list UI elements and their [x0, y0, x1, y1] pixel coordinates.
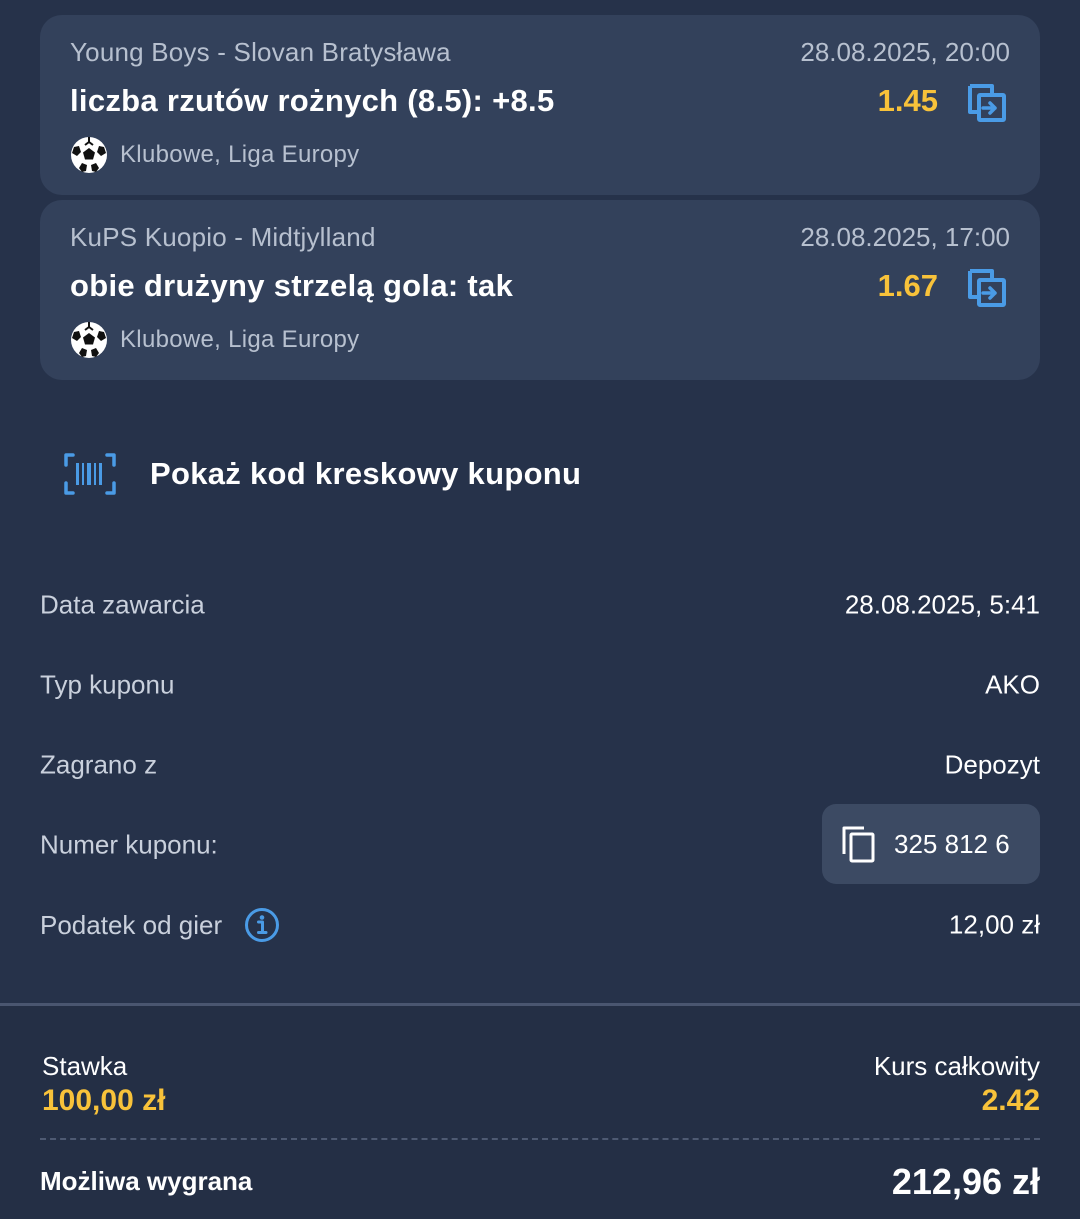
share-icon[interactable] — [962, 78, 1010, 126]
info-row-coupon-number: Numer kuponu: 325 812 6 — [40, 804, 1040, 884]
divider — [40, 1138, 1040, 1140]
coupon-number-label: Numer kuponu: — [40, 829, 218, 860]
bet-card[interactable]: Young Boys - Slovan Bratysława 28.08.202… — [40, 15, 1040, 195]
info-row-source: Zagrano z Depozyt — [40, 735, 1040, 795]
bet-card[interactable]: KuPS Kuopio - Midtjylland 28.08.2025, 17… — [40, 200, 1040, 380]
tax-label-group: Podatek od gier — [40, 907, 280, 943]
stake-value: 100,00 zł — [42, 1084, 166, 1117]
tax-label: Podatek od gier — [40, 909, 223, 940]
info-row-tax: Podatek od gier 12,00 zł — [40, 895, 1040, 955]
info-icon[interactable] — [244, 907, 280, 943]
type-value: AKO — [985, 669, 1040, 700]
total-odds-label: Kurs całkowity — [873, 1051, 1040, 1081]
share-icon[interactable] — [962, 263, 1010, 311]
match-date: 28.08.2025, 17:00 — [800, 222, 1010, 252]
league-name: Klubowe, Liga Europy — [120, 141, 360, 168]
match-name: KuPS Kuopio - Midtjylland — [70, 222, 376, 252]
league-info: Klubowe, Liga Europy — [70, 320, 359, 360]
date-value: 28.08.2025, 5:41 — [844, 589, 1040, 620]
league-name: Klubowe, Liga Europy — [120, 326, 360, 353]
barcode-label: Pokaż kod kreskowy kuponu — [150, 456, 582, 491]
possible-win-value: 212,96 zł — [891, 1161, 1040, 1202]
copy-coupon-number-button[interactable]: 325 812 6 — [822, 804, 1040, 884]
bet-odds: 1.67 — [877, 268, 938, 303]
show-barcode-button[interactable]: Pokaż kod kreskowy kuponu — [62, 448, 581, 500]
bet-selection: obie drużyny strzelą gola: tak — [70, 268, 514, 303]
info-row-type: Typ kuponu AKO — [40, 655, 1040, 715]
tax-value: 12,00 zł — [948, 909, 1040, 940]
date-label: Data zawarcia — [40, 589, 205, 620]
total-odds-value: 2.42 — [981, 1084, 1040, 1117]
copy-icon — [842, 826, 875, 863]
match-name: Young Boys - Slovan Bratysława — [70, 37, 451, 67]
league-info: Klubowe, Liga Europy — [70, 135, 359, 175]
bet-selection: liczba rzutów rożnych (8.5): +8.5 — [70, 83, 555, 118]
type-label: Typ kuponu — [40, 669, 175, 700]
info-row-date: Data zawarcia 28.08.2025, 5:41 — [40, 575, 1040, 635]
barcode-scan-icon — [64, 453, 116, 495]
soccer-ball-icon — [71, 137, 107, 173]
match-date: 28.08.2025, 20:00 — [800, 37, 1010, 67]
soccer-ball-icon — [71, 322, 107, 358]
possible-win-label: Możliwa wygrana — [40, 1166, 253, 1196]
bet-odds: 1.45 — [877, 83, 938, 118]
source-value: Depozyt — [944, 749, 1040, 780]
source-label: Zagrano z — [40, 749, 158, 780]
bet-summary: Stawka 100,00 zł Kurs całkowity 2.42 Moż… — [0, 1003, 1080, 1219]
stake-label: Stawka — [42, 1051, 128, 1081]
coupon-number-value: 325 812 6 — [894, 828, 1010, 859]
